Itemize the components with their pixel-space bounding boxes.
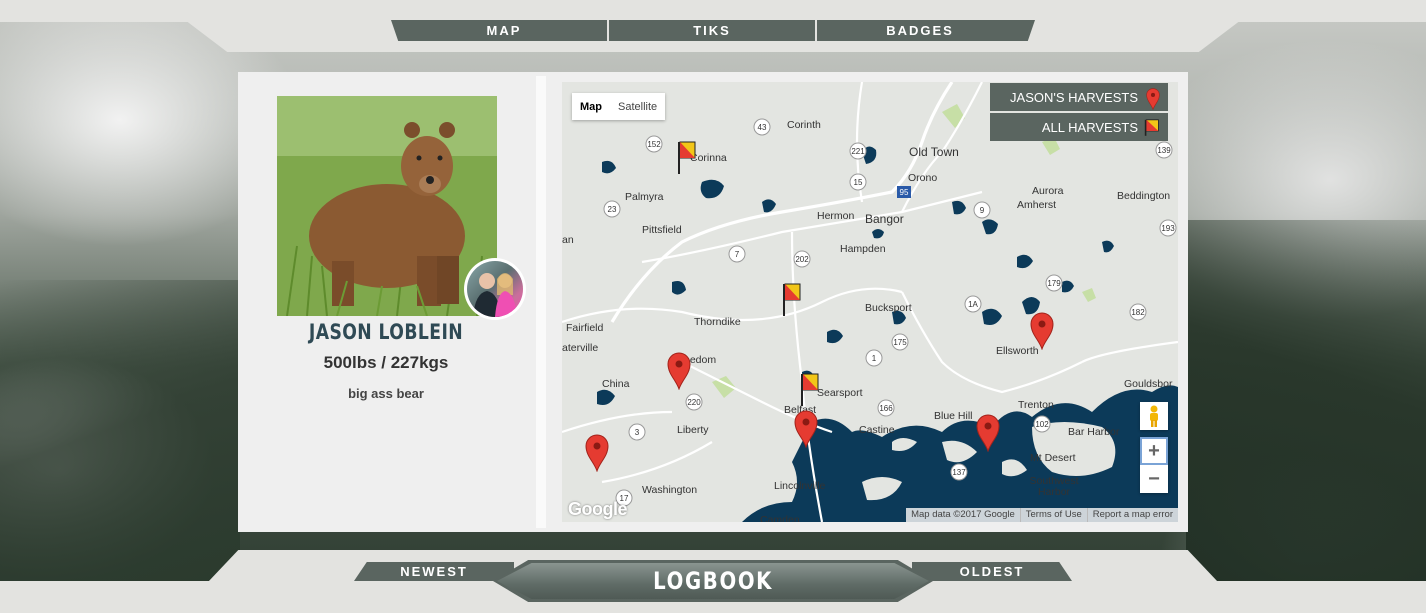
jason-harvest-pin[interactable] <box>794 410 818 448</box>
oldest-button[interactable]: OLDEST <box>912 562 1072 581</box>
harvest-flag-marker[interactable] <box>782 282 802 316</box>
jason-harvest-pin[interactable] <box>1030 312 1054 350</box>
jasons-harvests-label: JASON'S HARVESTS <box>1010 89 1138 105</box>
map-type-map-button[interactable]: Map <box>572 93 610 120</box>
newest-button[interactable]: NEWEST <box>354 562 514 581</box>
jason-harvest-pin[interactable] <box>585 434 609 472</box>
nav-badges[interactable]: BADGES <box>817 20 1025 41</box>
place-label: Bangor <box>865 212 904 226</box>
place-label: Gouldsbor <box>1124 378 1173 390</box>
place-label: Palmyra <box>625 191 664 203</box>
zoom-out-button[interactable]: − <box>1140 465 1168 493</box>
place-label: Orono <box>908 172 938 184</box>
place-label: Hampden <box>840 243 886 255</box>
harvest-map[interactable]: 152 43 221 15 95 9 23 7 202 1A 179 182 1… <box>562 82 1178 522</box>
main-nav: MAP TIKS BADGES <box>391 20 1035 41</box>
place-label: Fairfield <box>566 322 604 334</box>
jasons-harvests-filter-button[interactable]: JASON'S HARVESTS <box>990 83 1168 111</box>
jason-harvest-pin[interactable] <box>976 414 1000 452</box>
top-frame: MAP TIKS BADGES <box>0 0 1426 52</box>
red-pin-icon <box>1146 88 1160 110</box>
bottom-frame: NEWEST OLDEST LOGBOOK <box>0 550 1426 613</box>
place-label: Camden <box>760 514 800 522</box>
report-map-error-link[interactable]: Report a map error <box>1086 508 1178 522</box>
all-harvests-filter-button[interactable]: ALL HARVESTS <box>990 113 1168 141</box>
place-label: an <box>562 234 574 246</box>
flag-icon <box>1144 119 1159 136</box>
place-label: Hermon <box>817 210 855 222</box>
place-label: China <box>602 378 630 390</box>
logbook-title-text: LOGBOOK <box>653 567 773 595</box>
google-logo: Google <box>568 499 628 519</box>
place-label: Mt Desert <box>1030 452 1076 464</box>
map-data-credit: Map data ©2017 Google <box>911 509 1015 520</box>
place-label: Old Town <box>909 145 959 159</box>
place-label: Thorndike <box>694 316 741 328</box>
hunter-name: JASON LOBLEIN <box>308 320 464 344</box>
logbook-title: LOGBOOK <box>493 560 933 602</box>
place-label: Lincolnville <box>774 480 826 492</box>
map-type-satellite-button[interactable]: Satellite <box>610 93 665 120</box>
place-label: Amherst <box>1017 199 1057 211</box>
harvest-description: big ass bear <box>348 386 424 401</box>
map-attribution: Map data ©2017 Google Terms of Use Repor… <box>906 508 1178 522</box>
place-label: Trenton <box>1018 399 1054 411</box>
place-label: Searsport <box>817 387 863 399</box>
place-label: Beddington <box>1117 190 1171 202</box>
street-view-pegman-icon[interactable] <box>1140 402 1168 430</box>
harvest-flag-marker[interactable] <box>800 372 820 406</box>
panel-divider <box>536 76 546 528</box>
place-label: Liberty <box>677 424 709 436</box>
jason-harvest-pin[interactable] <box>667 352 691 390</box>
terms-of-use-link[interactable]: Terms of Use <box>1019 508 1087 522</box>
place-label: Southwest Harbor <box>1029 475 1079 498</box>
place-label: Castine <box>859 424 895 436</box>
place-label: Washington <box>642 484 698 496</box>
all-harvests-label: ALL HARVESTS <box>1041 119 1138 135</box>
place-label: Blue Hill <box>934 410 973 422</box>
nav-map[interactable]: MAP <box>401 20 609 41</box>
place-label: Pittsfield <box>642 224 682 236</box>
harvest-weight: 500lbs / 227kgs <box>323 353 449 372</box>
harvest-flag-marker[interactable] <box>677 140 697 174</box>
harvest-profile: JASON LOBLEIN 500lbs / 227kgs big ass be… <box>238 72 534 532</box>
hunter-avatar[interactable] <box>464 258 526 320</box>
place-label: Corinth <box>787 119 821 131</box>
nav-tiks[interactable]: TIKS <box>609 20 817 41</box>
place-label: aterville <box>562 342 599 354</box>
place-label: Aurora <box>1032 185 1064 197</box>
zoom-in-button[interactable]: + <box>1140 437 1168 465</box>
place-label: Bar Harbor <box>1068 426 1120 438</box>
place-label: Bucksport <box>865 302 912 314</box>
map-type-control: Map Satellite <box>572 93 666 120</box>
logbook-entry-panel: JASON LOBLEIN 500lbs / 227kgs big ass be… <box>238 72 1188 532</box>
zoom-control: + − <box>1140 437 1168 493</box>
